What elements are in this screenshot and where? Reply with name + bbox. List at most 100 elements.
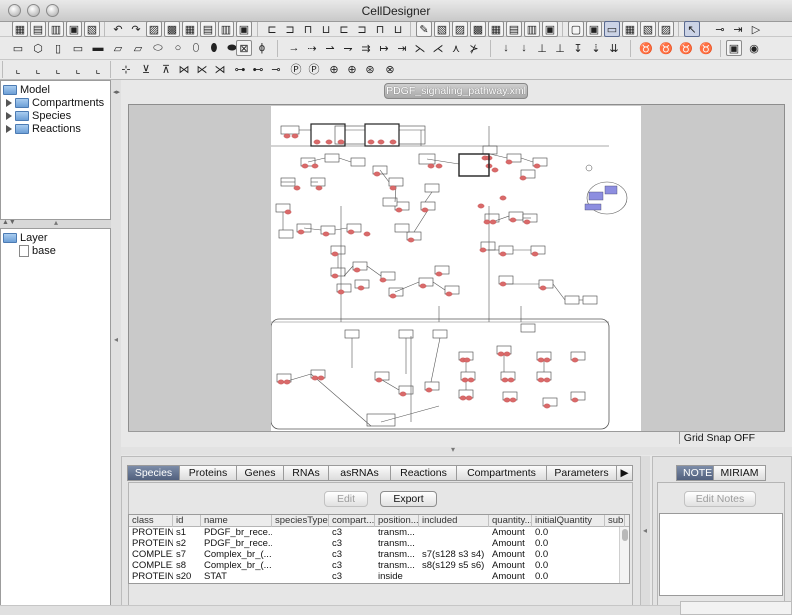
- export-button[interactable]: Export: [380, 491, 437, 507]
- tab-species[interactable]: Species: [127, 465, 180, 481]
- tab-proteins[interactable]: Proteins: [180, 465, 237, 481]
- notes-splitter[interactable]: ◂: [641, 456, 650, 606]
- transport-modifier-icon[interactable]: ↧: [570, 40, 586, 56]
- zoom-fit-icon[interactable]: ▢: [568, 21, 584, 37]
- species-node[interactable]: [564, 295, 580, 305]
- phosphorylation-marker[interactable]: [353, 267, 361, 273]
- tab-parameters[interactable]: Parameters: [547, 465, 617, 481]
- phosphorylation-marker[interactable]: [379, 277, 387, 283]
- unknown-catalysis-icon[interactable]: ↓: [516, 40, 532, 56]
- phosphorylation-marker[interactable]: [313, 139, 321, 145]
- phosphorylation-marker[interactable]: [331, 251, 339, 257]
- phosphorylation-marker[interactable]: [479, 247, 487, 253]
- undo-icon[interactable]: ↶: [110, 21, 126, 37]
- phosphorylation-marker[interactable]: [497, 351, 505, 357]
- phosphorylate-icon[interactable]: Ⓟ: [306, 61, 322, 77]
- phosphorylation-marker[interactable]: [499, 281, 507, 287]
- phosphorylation-marker[interactable]: [367, 139, 375, 145]
- unknown-transition-icon[interactable]: ⇀: [322, 40, 338, 56]
- species-node[interactable]: [582, 295, 598, 305]
- complex-node[interactable]: [604, 185, 618, 195]
- diagram-canvas[interactable]: [128, 104, 785, 444]
- tree-item-compartments[interactable]: Compartments: [6, 96, 104, 110]
- export-image-icon[interactable]: ▧: [84, 21, 100, 37]
- align-base-3-icon[interactable]: ⌞: [90, 61, 106, 77]
- complex-node[interactable]: [588, 191, 604, 201]
- known-transition-icon[interactable]: ⇢: [304, 40, 320, 56]
- species-node[interactable]: [424, 183, 440, 193]
- edit-button[interactable]: Edit: [324, 491, 368, 507]
- ion-channel-shape-icon[interactable]: ▯: [50, 40, 66, 56]
- phosphorylation-marker[interactable]: [491, 167, 499, 173]
- open-icon[interactable]: ▤: [30, 21, 46, 37]
- tab-asrnas[interactable]: asRNAs: [329, 465, 391, 481]
- layout-organic-icon[interactable]: ▤: [506, 21, 522, 37]
- truncation-icon[interactable]: ⋏: [448, 40, 464, 56]
- phosphorylation-marker[interactable]: [507, 377, 515, 383]
- distribute-h-icon[interactable]: ⊓: [372, 21, 388, 37]
- zoom-out-icon[interactable]: ▦: [622, 21, 638, 37]
- catalysis-icon[interactable]: ↓: [498, 40, 514, 56]
- truncated-shape-icon[interactable]: ▭: [70, 40, 86, 56]
- rna-shape-icon[interactable]: ▱: [110, 40, 126, 56]
- heterodimer-modifier-icon[interactable]: ⇣: [588, 40, 604, 56]
- add-reactant-icon[interactable]: ⊹: [118, 61, 134, 77]
- phosphorylation-marker[interactable]: [445, 291, 453, 297]
- phosphorylation-marker[interactable]: [317, 375, 325, 381]
- column-header[interactable]: initialQuantity: [532, 515, 605, 527]
- tab-miriam[interactable]: MIRIAM: [714, 465, 766, 481]
- phosphorylation-marker[interactable]: [533, 163, 541, 169]
- tab-scroll-right-button[interactable]: ▶: [617, 465, 633, 481]
- phosphorylation-marker[interactable]: [509, 217, 517, 223]
- species-node[interactable]: [366, 413, 396, 427]
- reaction-line[interactable]: [430, 337, 441, 383]
- species-node[interactable]: [280, 125, 300, 135]
- phosphorylation-marker[interactable]: [399, 391, 407, 397]
- reaction-line[interactable]: [552, 283, 566, 301]
- phosphorylation-marker[interactable]: [315, 185, 323, 191]
- phosphorylation-marker[interactable]: [389, 293, 397, 299]
- scrollbar-thumb[interactable]: [622, 529, 628, 541]
- transcription-icon[interactable]: ⇉: [358, 40, 374, 56]
- layout-grid-icon[interactable]: ▦: [488, 21, 504, 37]
- layout-hier-icon[interactable]: ▥: [524, 21, 540, 37]
- add-anchor-icon[interactable]: ⊼: [158, 61, 174, 77]
- phosphorylation-marker[interactable]: [435, 163, 443, 169]
- phosphorylation-marker[interactable]: [537, 377, 545, 383]
- phosphorylation-marker[interactable]: [277, 379, 285, 385]
- add-point-icon[interactable]: ⋊: [212, 61, 228, 77]
- simulation-icon[interactable]: ▣: [542, 21, 558, 37]
- simple-molecule-icon[interactable]: ⬯: [188, 40, 204, 56]
- overview-icon[interactable]: ▧: [640, 21, 656, 37]
- reaction-line[interactable]: [413, 209, 429, 233]
- column-header[interactable]: id: [173, 515, 201, 527]
- reaction-line[interactable]: [366, 265, 382, 277]
- phosphorylation-marker[interactable]: [463, 357, 471, 363]
- horizontal-splitter[interactable]: ▾: [121, 445, 792, 455]
- transport-icon[interactable]: ⇥: [394, 40, 410, 56]
- zoom-in-icon[interactable]: ▣: [586, 21, 602, 37]
- align-left-icon[interactable]: ⊏: [264, 21, 280, 37]
- inhibition-icon[interactable]: ⊥: [534, 40, 550, 56]
- group-icon[interactable]: ▣: [236, 21, 252, 37]
- tab-genes[interactable]: Genes: [237, 465, 284, 481]
- align-base-icon[interactable]: ⌞: [50, 61, 66, 77]
- species-node[interactable]: [520, 323, 536, 333]
- merge-reaction-icon[interactable]: ⋉: [194, 61, 210, 77]
- site-2-icon[interactable]: ⊕: [344, 61, 360, 77]
- receptor-shape-icon[interactable]: ⬡: [30, 40, 46, 56]
- residue-acetylated-icon[interactable]: ♉: [658, 40, 674, 56]
- dissociation-icon[interactable]: ⋌: [430, 40, 446, 56]
- rectangle-shape-icon[interactable]: ▭: [10, 40, 26, 56]
- column-header[interactable]: class: [129, 515, 173, 527]
- reaction-line[interactable]: [338, 157, 352, 163]
- vertical-splitter[interactable]: ◂▸ ◂: [111, 80, 121, 615]
- align-right-icon[interactable]: ⊓: [300, 21, 316, 37]
- layout-tree-icon[interactable]: ▨: [452, 21, 468, 37]
- translation-icon[interactable]: ↦: [376, 40, 392, 56]
- new-document-icon[interactable]: ▦: [12, 21, 28, 37]
- phosphorylation-marker[interactable]: [419, 283, 427, 289]
- phosphorylation-marker[interactable]: [377, 139, 385, 145]
- phosphorylation-marker[interactable]: [459, 395, 467, 401]
- trigger-icon[interactable]: ⇊: [606, 40, 622, 56]
